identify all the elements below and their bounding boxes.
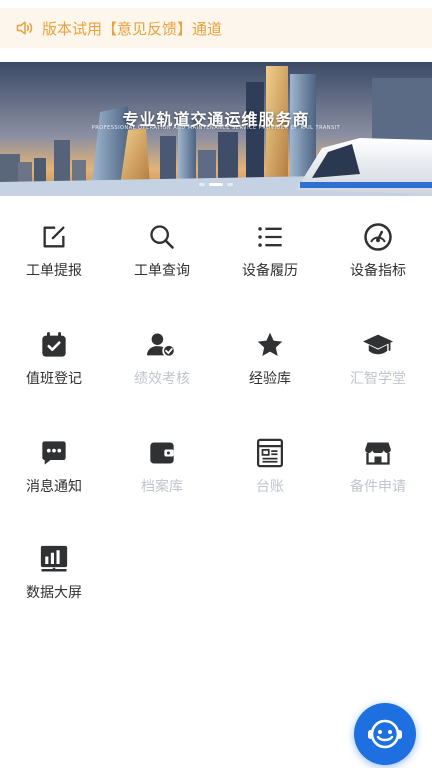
menu-item-ledger[interactable]: 台账: [216, 412, 324, 512]
edit-icon: [39, 222, 69, 252]
star-icon: [255, 330, 285, 360]
chart-board-icon: [39, 544, 69, 574]
chat-icon: [39, 438, 69, 468]
menu-item-duty-registration[interactable]: 值班登记: [0, 304, 108, 404]
menu-item-label: 台账: [256, 479, 284, 495]
menu-item-spare-parts-request[interactable]: 备件申请: [324, 412, 432, 512]
search-icon: [147, 222, 177, 252]
menu-item-learning-academy[interactable]: 汇智学堂: [324, 304, 432, 404]
carousel-dot[interactable]: [227, 183, 233, 186]
menu-item-device-history[interactable]: 设备履历: [216, 196, 324, 296]
gauge-icon: [363, 222, 393, 252]
menu-item-label: 设备履历: [242, 263, 298, 279]
banner-carousel[interactable]: 专业轨道交通运维服务商 PROFESSIONAL OPERATION AND M…: [0, 62, 432, 196]
calendar-check-icon: [39, 330, 69, 360]
carousel-dot-active[interactable]: [209, 183, 223, 186]
menu-item-label: 备件申请: [350, 479, 406, 495]
robot-assistant-icon: [368, 719, 402, 749]
menu-item-messages[interactable]: 消息通知: [0, 412, 108, 512]
menu-item-label: 工单查询: [134, 263, 190, 279]
menu-item-label: 档案库: [141, 479, 183, 495]
menu-item-label: 经验库: [249, 371, 291, 387]
graduation-cap-icon: [363, 330, 393, 360]
menu-item-label: 值班登记: [26, 371, 82, 387]
carousel-dot[interactable]: [199, 183, 205, 186]
banner-subtitle: PROFESSIONAL OPERATION AND MAINTENANCE S…: [91, 125, 341, 131]
menu-item-label: 设备指标: [350, 263, 406, 279]
menu-item-work-order-query[interactable]: 工单查询: [108, 196, 216, 296]
store-icon: [363, 438, 393, 468]
ledger-icon: [255, 438, 285, 468]
ai-assistant-button[interactable]: [354, 703, 416, 765]
menu-item-label: 绩效考核: [134, 371, 190, 387]
menu-item-work-order-submit[interactable]: 工单提报: [0, 196, 108, 296]
carousel-indicator: [0, 183, 432, 186]
menu-item-device-metrics[interactable]: 设备指标: [324, 196, 432, 296]
menu-item-data-dashboard[interactable]: 数据大屏: [0, 518, 108, 618]
menu-item-archive[interactable]: 档案库: [108, 412, 216, 512]
list-icon: [255, 222, 285, 252]
user-check-icon: [147, 330, 177, 360]
menu-item-experience-library[interactable]: 经验库: [216, 304, 324, 404]
menu-item-label: 汇智学堂: [350, 371, 406, 387]
notice-bar[interactable]: 版本试用【意见反馈】通道: [0, 8, 432, 48]
notice-text: 版本试用【意见反馈】通道: [42, 19, 223, 38]
speaker-icon: [16, 21, 33, 35]
menu-item-label: 消息通知: [26, 479, 82, 495]
menu-item-performance-review[interactable]: 绩效考核: [108, 304, 216, 404]
wallet-icon: [147, 438, 177, 468]
menu-item-label: 数据大屏: [26, 585, 82, 601]
menu-item-label: 工单提报: [26, 263, 82, 279]
